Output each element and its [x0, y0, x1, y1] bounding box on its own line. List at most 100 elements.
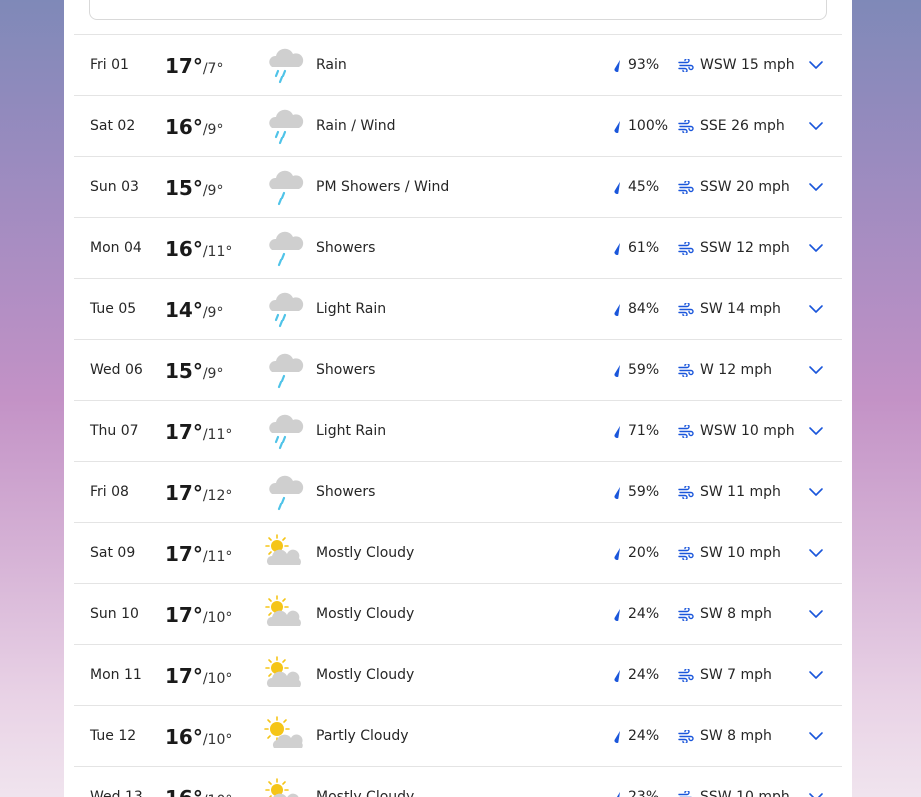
- chevron-down-icon[interactable]: [808, 484, 824, 500]
- temperature: 17°/11°: [165, 401, 232, 461]
- high-temp: 14°: [165, 298, 203, 322]
- day-label: Sun 10: [90, 606, 139, 622]
- forecast-row[interactable]: Fri 08 17°/12° Showers 59% SW 11 mph: [74, 461, 842, 522]
- rain-icon: [264, 45, 306, 85]
- forecast-row[interactable]: Tue 05 14°/9° Light Rain 84% SW 14 mph: [74, 278, 842, 339]
- precip-value: 61%: [628, 240, 660, 256]
- temperature: 15°/9°: [165, 157, 223, 217]
- temperature: 16°/10°: [165, 706, 232, 766]
- low-temp: /11°: [202, 427, 233, 443]
- wind-value: SW 14 mph: [700, 301, 781, 317]
- day-label: Sat 02: [90, 118, 136, 134]
- wind-value: SW 8 mph: [700, 728, 772, 744]
- day-label: Mon 04: [90, 240, 142, 256]
- chevron-down-icon[interactable]: [808, 423, 824, 439]
- condition-label: Light Rain: [316, 301, 387, 317]
- low-temp: /10°: [202, 671, 233, 687]
- condition-label: PM Showers / Wind: [316, 179, 450, 195]
- forecast-row[interactable]: Wed 13 16°/10° Mostly Cloudy 23% SSW 10 …: [74, 766, 842, 797]
- high-temp: 17°: [165, 54, 203, 78]
- day-label: Tue 12: [90, 728, 137, 744]
- forecast-row[interactable]: Thu 07 17°/11° Light Rain 71% WSW 10 mph: [74, 400, 842, 461]
- precip-value: 84%: [628, 301, 660, 317]
- temperature: 15°/9°: [165, 340, 223, 400]
- condition-label: Showers: [316, 484, 376, 500]
- precip-value: 71%: [628, 423, 660, 439]
- mostly-cloudy-icon: [264, 594, 306, 634]
- low-temp: /12°: [202, 488, 233, 504]
- high-temp: 17°: [165, 664, 203, 688]
- forecast-row[interactable]: Sat 09 17°/11° Mostly Cloudy 20% SW 10 m…: [74, 522, 842, 583]
- temperature: 14°/9°: [165, 279, 223, 339]
- high-temp: 15°: [165, 176, 203, 200]
- chevron-down-icon[interactable]: [808, 179, 824, 195]
- wind-value: SW 7 mph: [700, 667, 772, 683]
- high-temp: 16°: [165, 237, 203, 261]
- chevron-down-icon[interactable]: [808, 240, 824, 256]
- high-temp: 16°: [165, 786, 203, 797]
- forecast-row[interactable]: Mon 11 17°/10° Mostly Cloudy 24% SW 7 mp…: [74, 644, 842, 705]
- precip-value: 20%: [628, 545, 660, 561]
- chevron-down-icon[interactable]: [808, 57, 824, 73]
- forecast-row[interactable]: Wed 06 15°/9° Showers 59% W 12 mph: [74, 339, 842, 400]
- day-label: Tue 05: [90, 301, 137, 317]
- chevron-down-icon[interactable]: [808, 545, 824, 561]
- chevron-down-icon[interactable]: [808, 301, 824, 317]
- wind-value: SW 8 mph: [700, 606, 772, 622]
- forecast-row[interactable]: Tue 12 16°/10° Partly Cloudy 24% SW 8 mp…: [74, 705, 842, 766]
- chevron-down-icon[interactable]: [808, 667, 824, 683]
- temperature: 17°/12°: [165, 462, 232, 522]
- low-temp: /9°: [202, 183, 224, 199]
- precip-value: 100%: [628, 118, 669, 134]
- precip-value: 45%: [628, 179, 660, 195]
- wind-value: SW 10 mph: [700, 545, 781, 561]
- condition-label: Mostly Cloudy: [316, 606, 415, 622]
- forecast-row[interactable]: Fri 01 17°/7° Rain 93% WSW 15 mph: [74, 34, 842, 95]
- chevron-down-icon[interactable]: [808, 362, 824, 378]
- showers-icon: [264, 228, 306, 268]
- forecast-row[interactable]: Sun 03 15°/9° PM Showers / Wind 45% SSW …: [74, 156, 842, 217]
- precip-value: 23%: [628, 789, 660, 797]
- day-label: Sat 09: [90, 545, 136, 561]
- high-temp: 17°: [165, 420, 203, 444]
- temperature: 16°/9°: [165, 96, 223, 156]
- precip-value: 24%: [628, 728, 660, 744]
- forecast-row[interactable]: Sun 10 17°/10° Mostly Cloudy 24% SW 8 mp…: [74, 583, 842, 644]
- condition-label: Light Rain: [316, 423, 387, 439]
- condition-label: Rain: [316, 57, 347, 73]
- condition-label: Mostly Cloudy: [316, 545, 415, 561]
- low-temp: /10°: [203, 793, 233, 797]
- wind-value: SSE 26 mph: [700, 118, 785, 134]
- daily-forecast-list: Fri 01 17°/7° Rain 93% WSW 15 mph Sat 02…: [74, 34, 842, 797]
- wind-value: WSW 10 mph: [700, 423, 795, 439]
- high-temp: 17°: [165, 542, 203, 566]
- day-label: Sun 03: [90, 179, 139, 195]
- chevron-down-icon[interactable]: [808, 728, 824, 744]
- chevron-down-icon[interactable]: [808, 118, 824, 134]
- showers-icon: [264, 350, 306, 390]
- forecast-row[interactable]: Mon 04 16°/11° Showers 61% SSW 12 mph: [74, 217, 842, 278]
- chevron-down-icon[interactable]: [808, 789, 824, 797]
- day-label: Thu 07: [90, 423, 139, 439]
- chevron-down-icon[interactable]: [808, 606, 824, 622]
- condition-label: Mostly Cloudy: [316, 667, 415, 683]
- temperature: 16°/11°: [165, 218, 232, 278]
- day-label: Fri 01: [90, 57, 129, 73]
- rain-icon: [264, 411, 306, 451]
- low-temp: /9°: [202, 305, 224, 321]
- top-panel: [89, 0, 827, 20]
- precip-value: 59%: [628, 362, 660, 378]
- condition-label: Showers: [316, 362, 376, 378]
- forecast-row[interactable]: Sat 02 16°/9° Rain / Wind 100% SSE 26 mp…: [74, 95, 842, 156]
- precip-value: 59%: [628, 484, 660, 500]
- day-label: Fri 08: [90, 484, 129, 500]
- low-temp: /9°: [202, 366, 224, 382]
- forecast-card: Fri 01 17°/7° Rain 93% WSW 15 mph Sat 02…: [64, 0, 852, 797]
- showers-icon: [264, 472, 306, 512]
- condition-label: Showers: [316, 240, 376, 256]
- precip-value: 24%: [628, 606, 660, 622]
- day-label: Wed 13: [90, 789, 143, 797]
- low-temp: /11°: [202, 549, 233, 565]
- low-temp: /11°: [202, 244, 233, 260]
- low-temp: /7°: [202, 61, 224, 77]
